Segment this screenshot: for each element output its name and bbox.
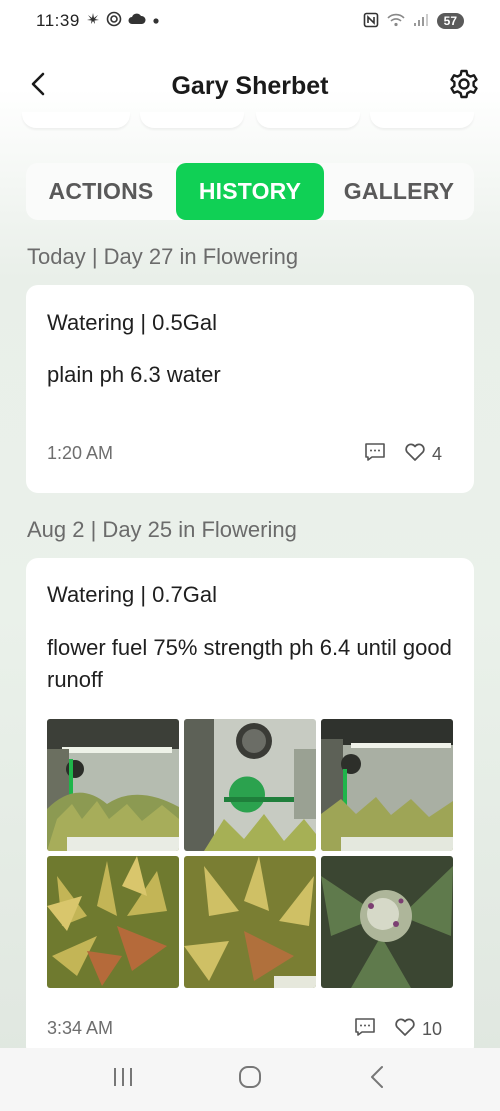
comment-button[interactable] — [354, 1016, 376, 1043]
back-icon — [368, 1065, 386, 1094]
entry-note: plain ph 6.3 water — [47, 362, 221, 387]
wifi-icon — [387, 13, 405, 30]
grow-tent-fan-photo[interactable] — [184, 719, 316, 851]
heart-icon — [404, 442, 426, 467]
entry-note: flower fuel 75% strength ph 6.4 until go… — [47, 635, 452, 692]
status-bar: 11:39 57 — [0, 0, 500, 42]
comment-icon — [354, 1016, 376, 1043]
grow-tent-photo[interactable] — [47, 719, 179, 851]
comment-button[interactable] — [364, 441, 386, 468]
recent-apps-icon — [111, 1066, 135, 1093]
settings-button[interactable] — [446, 68, 482, 104]
history-entry-card[interactable]: Watering | 0.5Gal plain ph 6.3 water 1:2… — [26, 285, 474, 493]
info-card — [140, 112, 244, 128]
info-card — [22, 112, 130, 128]
app-header: Gary Sherbet — [0, 60, 500, 112]
home-icon — [237, 1064, 263, 1095]
like-count: 10 — [421, 1019, 442, 1039]
like-button[interactable]: 4 — [404, 442, 442, 467]
back-button[interactable] — [20, 68, 56, 104]
grow-tent-lights-photo[interactable] — [321, 719, 453, 851]
nfc-icon — [363, 12, 379, 31]
recent-apps-button[interactable] — [93, 1055, 153, 1105]
dot-icon — [152, 12, 160, 30]
info-card — [256, 112, 360, 128]
tab-actions[interactable]: ACTIONS — [26, 163, 176, 220]
entry-title: Watering | 0.5Gal — [47, 310, 217, 335]
cloud-icon — [128, 12, 146, 30]
tab-history[interactable]: HISTORY — [176, 163, 324, 220]
entry-actions: 4 — [364, 441, 442, 468]
home-button[interactable] — [220, 1055, 280, 1105]
history-date-label: Today | Day 27 in Flowering — [27, 244, 299, 269]
history-entry-card[interactable]: Watering | 0.7Gal flower fuel 75% streng… — [26, 558, 474, 1058]
status-right: 57 — [363, 12, 464, 31]
status-time: 11:39 — [36, 11, 80, 30]
system-nav-bar — [0, 1048, 500, 1111]
gear-icon — [448, 68, 480, 105]
photo-grid — [47, 719, 453, 988]
entry-time: 3:34 AM — [47, 1018, 114, 1038]
entry-actions: 10 — [354, 1016, 442, 1043]
entry-title: Watering | 0.7Gal — [47, 582, 217, 607]
comment-icon — [364, 441, 386, 468]
leaves-closeup-photo[interactable] — [47, 856, 179, 988]
bud-closeup-photo[interactable] — [321, 856, 453, 988]
tab-bar: ACTIONS HISTORY GALLERY — [26, 163, 474, 220]
tab-gallery[interactable]: GALLERY — [324, 163, 474, 220]
heart-icon — [394, 1017, 416, 1042]
like-button[interactable]: 10 — [394, 1017, 442, 1042]
leaves-closeup-photo[interactable] — [184, 856, 316, 988]
like-count: 4 — [431, 444, 442, 464]
at-sign-icon — [106, 11, 122, 32]
battery-icon: 57 — [436, 13, 464, 29]
cannabis-leaf-icon — [86, 12, 100, 31]
history-date-label: Aug 2 | Day 25 in Flowering — [27, 517, 297, 542]
status-left: 11:39 — [36, 11, 160, 32]
chevron-left-icon — [28, 71, 48, 102]
system-back-button[interactable] — [347, 1055, 407, 1105]
plant-info-cards — [0, 112, 500, 132]
entry-time: 1:20 AM — [47, 443, 114, 463]
info-card — [370, 112, 474, 128]
page-title: Gary Sherbet — [171, 71, 329, 100]
signal-icon — [413, 13, 429, 30]
